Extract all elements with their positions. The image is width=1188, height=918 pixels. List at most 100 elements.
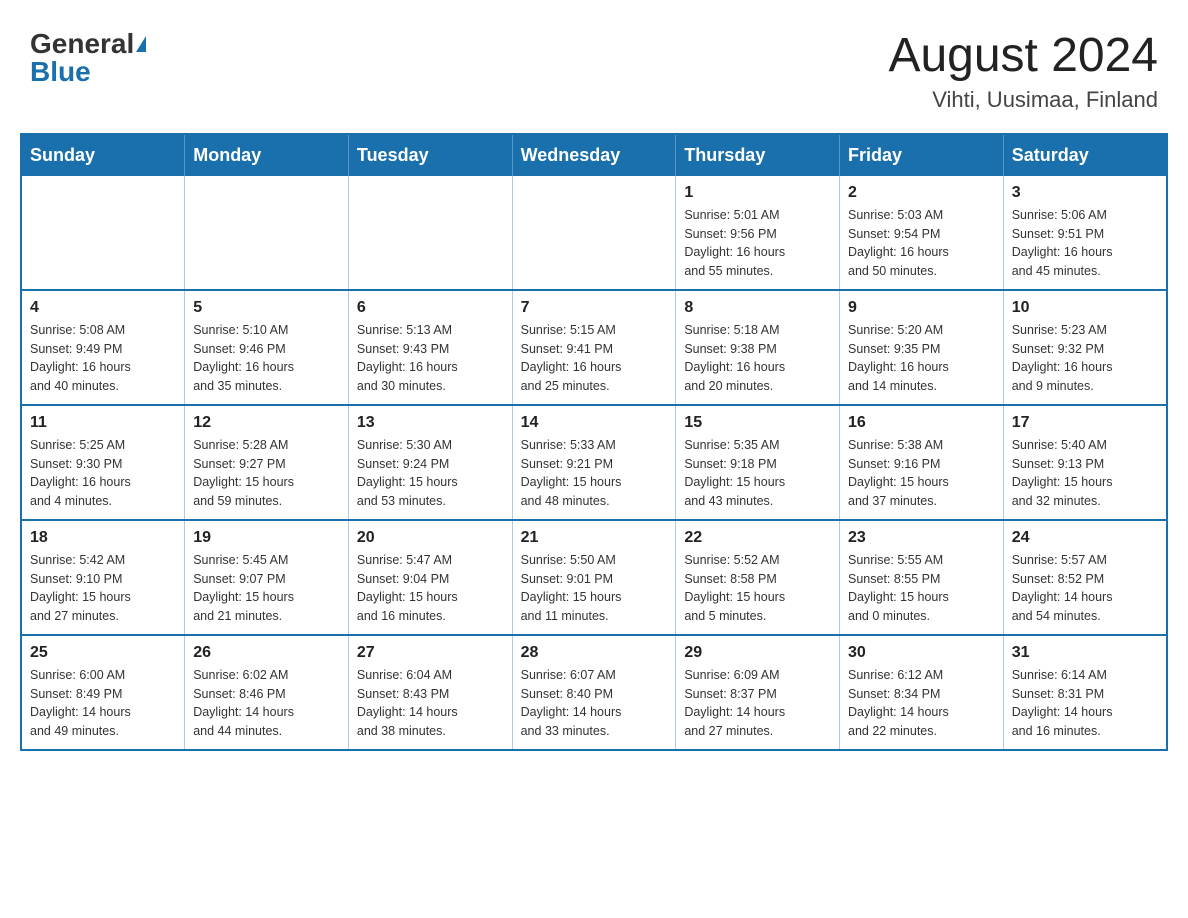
- day-info: Sunrise: 5:06 AM Sunset: 9:51 PM Dayligh…: [1012, 206, 1158, 281]
- day-info: Sunrise: 6:00 AM Sunset: 8:49 PM Dayligh…: [30, 666, 176, 741]
- day-number: 12: [193, 414, 340, 432]
- day-info: Sunrise: 5:18 AM Sunset: 9:38 PM Dayligh…: [684, 321, 831, 396]
- calendar-cell: 15 Sunrise: 5:35 AM Sunset: 9:18 PM Dayli…: [676, 405, 840, 520]
- calendar-cell: 2 Sunrise: 5:03 AM Sunset: 9:54 PM Daylig…: [840, 176, 1004, 290]
- day-info: Sunrise: 5:13 AM Sunset: 9:43 PM Dayligh…: [357, 321, 504, 396]
- calendar-cell: 6 Sunrise: 5:13 AM Sunset: 9:43 PM Daylig…: [348, 290, 512, 405]
- day-info: Sunrise: 5:03 AM Sunset: 9:54 PM Dayligh…: [848, 206, 995, 281]
- day-number: 19: [193, 529, 340, 547]
- day-info: Sunrise: 5:55 AM Sunset: 8:55 PM Dayligh…: [848, 551, 995, 626]
- calendar-cell: [185, 176, 349, 290]
- day-number: 23: [848, 529, 995, 547]
- calendar-cell: 19 Sunrise: 5:45 AM Sunset: 9:07 PM Dayli…: [185, 520, 349, 635]
- day-header-thursday: Thursday: [676, 134, 840, 176]
- day-number: 5: [193, 299, 340, 317]
- day-header-sunday: Sunday: [21, 134, 185, 176]
- day-info: Sunrise: 5:28 AM Sunset: 9:27 PM Dayligh…: [193, 436, 340, 511]
- day-number: 27: [357, 644, 504, 662]
- day-info: Sunrise: 5:52 AM Sunset: 8:58 PM Dayligh…: [684, 551, 831, 626]
- calendar-cell: 10 Sunrise: 5:23 AM Sunset: 9:32 PM Dayli…: [1003, 290, 1167, 405]
- calendar-cell: 8 Sunrise: 5:18 AM Sunset: 9:38 PM Daylig…: [676, 290, 840, 405]
- calendar-week-row: 1 Sunrise: 5:01 AM Sunset: 9:56 PM Daylig…: [21, 176, 1167, 290]
- day-header-wednesday: Wednesday: [512, 134, 676, 176]
- day-number: 26: [193, 644, 340, 662]
- day-number: 25: [30, 644, 176, 662]
- calendar-cell: 26 Sunrise: 6:02 AM Sunset: 8:46 PM Dayli…: [185, 635, 349, 750]
- calendar-cell: 18 Sunrise: 5:42 AM Sunset: 9:10 PM Dayli…: [21, 520, 185, 635]
- day-info: Sunrise: 6:07 AM Sunset: 8:40 PM Dayligh…: [521, 666, 668, 741]
- day-info: Sunrise: 6:02 AM Sunset: 8:46 PM Dayligh…: [193, 666, 340, 741]
- day-info: Sunrise: 6:04 AM Sunset: 8:43 PM Dayligh…: [357, 666, 504, 741]
- calendar-cell: 23 Sunrise: 5:55 AM Sunset: 8:55 PM Dayli…: [840, 520, 1004, 635]
- calendar-cell: 24 Sunrise: 5:57 AM Sunset: 8:52 PM Dayli…: [1003, 520, 1167, 635]
- day-info: Sunrise: 5:15 AM Sunset: 9:41 PM Dayligh…: [521, 321, 668, 396]
- day-number: 24: [1012, 529, 1158, 547]
- day-number: 13: [357, 414, 504, 432]
- day-info: Sunrise: 5:30 AM Sunset: 9:24 PM Dayligh…: [357, 436, 504, 511]
- day-number: 16: [848, 414, 995, 432]
- day-number: 11: [30, 414, 176, 432]
- calendar-cell: 1 Sunrise: 5:01 AM Sunset: 9:56 PM Daylig…: [676, 176, 840, 290]
- calendar-week-row: 11 Sunrise: 5:25 AM Sunset: 9:30 PM Dayli…: [21, 405, 1167, 520]
- calendar-week-row: 4Sunrise: 5:08 AM Sunset: 9:49 PM Daylig…: [21, 290, 1167, 405]
- calendar-header-row: SundayMondayTuesdayWednesdayThursdayFrid…: [21, 134, 1167, 176]
- day-info: Sunrise: 5:50 AM Sunset: 9:01 PM Dayligh…: [521, 551, 668, 626]
- day-info: Sunrise: 6:12 AM Sunset: 8:34 PM Dayligh…: [848, 666, 995, 741]
- logo-blue-text: Blue: [30, 58, 91, 86]
- day-number: 18: [30, 529, 176, 547]
- day-info: Sunrise: 5:45 AM Sunset: 9:07 PM Dayligh…: [193, 551, 340, 626]
- day-header-friday: Friday: [840, 134, 1004, 176]
- day-header-tuesday: Tuesday: [348, 134, 512, 176]
- calendar-cell: 16 Sunrise: 5:38 AM Sunset: 9:16 PM Dayli…: [840, 405, 1004, 520]
- day-number: 17: [1012, 414, 1158, 432]
- day-info: Sunrise: 5:38 AM Sunset: 9:16 PM Dayligh…: [848, 436, 995, 511]
- day-info: Sunrise: 5:33 AM Sunset: 9:21 PM Dayligh…: [521, 436, 668, 511]
- calendar-week-row: 25 Sunrise: 6:00 AM Sunset: 8:49 PM Dayli…: [21, 635, 1167, 750]
- calendar-cell: 5Sunrise: 5:10 AM Sunset: 9:46 PM Daylig…: [185, 290, 349, 405]
- calendar-cell: 28Sunrise: 6:07 AM Sunset: 8:40 PM Dayli…: [512, 635, 676, 750]
- calendar-cell: 12 Sunrise: 5:28 AM Sunset: 9:27 PM Dayli…: [185, 405, 349, 520]
- day-info: Sunrise: 5:57 AM Sunset: 8:52 PM Dayligh…: [1012, 551, 1158, 626]
- day-info: Sunrise: 6:14 AM Sunset: 8:31 PM Dayligh…: [1012, 666, 1158, 741]
- day-number: 14: [521, 414, 668, 432]
- day-info: Sunrise: 5:01 AM Sunset: 9:56 PM Dayligh…: [684, 206, 831, 281]
- day-header-monday: Monday: [185, 134, 349, 176]
- day-number: 31: [1012, 644, 1158, 662]
- day-info: Sunrise: 5:42 AM Sunset: 9:10 PM Dayligh…: [30, 551, 176, 626]
- day-info: Sunrise: 5:25 AM Sunset: 9:30 PM Dayligh…: [30, 436, 176, 511]
- calendar-cell: 22 Sunrise: 5:52 AM Sunset: 8:58 PM Dayli…: [676, 520, 840, 635]
- calendar-cell: 14 Sunrise: 5:33 AM Sunset: 9:21 PM Dayli…: [512, 405, 676, 520]
- day-number: 2: [848, 184, 995, 202]
- location-title: Vihti, Uusimaa, Finland: [888, 87, 1158, 113]
- calendar-cell: 20 Sunrise: 5:47 AM Sunset: 9:04 PM Dayli…: [348, 520, 512, 635]
- logo-triangle-icon: [136, 36, 146, 52]
- calendar-week-row: 18 Sunrise: 5:42 AM Sunset: 9:10 PM Dayli…: [21, 520, 1167, 635]
- day-number: 8: [684, 299, 831, 317]
- calendar-cell: 7Sunrise: 5:15 AM Sunset: 9:41 PM Daylig…: [512, 290, 676, 405]
- day-number: 29: [684, 644, 831, 662]
- day-number: 6: [357, 299, 504, 317]
- day-number: 15: [684, 414, 831, 432]
- day-info: Sunrise: 5:35 AM Sunset: 9:18 PM Dayligh…: [684, 436, 831, 511]
- day-number: 1: [684, 184, 831, 202]
- day-info: Sunrise: 5:23 AM Sunset: 9:32 PM Dayligh…: [1012, 321, 1158, 396]
- title-block: August 2024 Vihti, Uusimaa, Finland: [888, 30, 1158, 113]
- month-title: August 2024: [888, 30, 1158, 83]
- page-header: General Blue August 2024 Vihti, Uusimaa,…: [20, 20, 1168, 113]
- day-number: 9: [848, 299, 995, 317]
- day-info: Sunrise: 5:47 AM Sunset: 9:04 PM Dayligh…: [357, 551, 504, 626]
- calendar-cell: 17Sunrise: 5:40 AM Sunset: 9:13 PM Dayli…: [1003, 405, 1167, 520]
- logo-general-text: General: [30, 30, 134, 58]
- calendar-cell: 11 Sunrise: 5:25 AM Sunset: 9:30 PM Dayli…: [21, 405, 185, 520]
- day-number: 22: [684, 529, 831, 547]
- calendar-cell: 29Sunrise: 6:09 AM Sunset: 8:37 PM Dayli…: [676, 635, 840, 750]
- calendar-cell: 27 Sunrise: 6:04 AM Sunset: 8:43 PM Dayli…: [348, 635, 512, 750]
- logo: General Blue: [30, 30, 146, 86]
- day-info: Sunrise: 5:20 AM Sunset: 9:35 PM Dayligh…: [848, 321, 995, 396]
- day-number: 10: [1012, 299, 1158, 317]
- day-number: 20: [357, 529, 504, 547]
- day-number: 21: [521, 529, 668, 547]
- calendar-cell: 31 Sunrise: 6:14 AM Sunset: 8:31 PM Dayli…: [1003, 635, 1167, 750]
- calendar-cell: 3Sunrise: 5:06 AM Sunset: 9:51 PM Daylig…: [1003, 176, 1167, 290]
- calendar-cell: 13 Sunrise: 5:30 AM Sunset: 9:24 PM Dayli…: [348, 405, 512, 520]
